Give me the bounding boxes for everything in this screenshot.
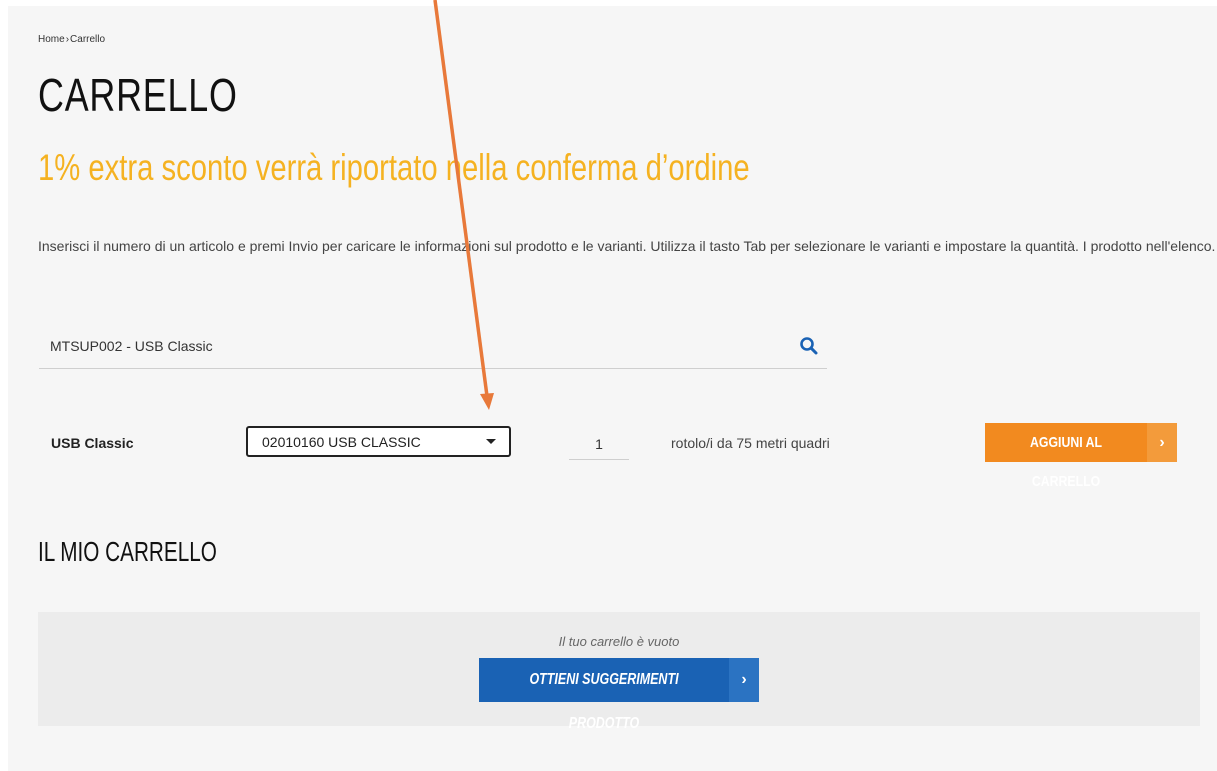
- instructions-text: Inserisci il numero di un articolo e pre…: [38, 238, 1216, 254]
- chevron-down-icon: [486, 439, 496, 444]
- unit-label: rotolo/i da 75 metri quadri: [671, 435, 830, 451]
- add-to-cart-label: AGGIUNI AL CARRELLO: [1030, 434, 1102, 490]
- get-suggestions-label: OTTIENI SUGGERIMENTI PRODOTTO: [529, 671, 679, 732]
- add-to-cart-button[interactable]: AGGIUNI AL CARRELLO ›: [985, 423, 1177, 490]
- empty-cart-message: Il tuo carrello è vuoto: [558, 634, 680, 649]
- cart-panel: Il tuo carrello è vuoto OTTIENI SUGGERIM…: [38, 612, 1200, 732]
- search-icon[interactable]: [799, 336, 819, 356]
- product-name: USB Classic: [51, 435, 134, 451]
- cart-title: IL MIO CARRELLO: [38, 536, 217, 567]
- variant-select-value: 02010160 USB CLASSIC: [262, 434, 421, 450]
- search-input[interactable]: [39, 324, 779, 368]
- breadcrumb: Home›Carrello: [38, 34, 105, 45]
- breadcrumb-current: Carrello: [70, 34, 106, 45]
- breadcrumb-separator: ›: [65, 34, 70, 45]
- page-title: CARRELLO: [38, 69, 238, 121]
- product-row: USB Classic 02010160 USB CLASSIC 1 rotol…: [8, 411, 1217, 490]
- promo-banner-text: 1% extra sconto verrà riportato nella co…: [38, 147, 750, 188]
- get-suggestions-button[interactable]: OTTIENI SUGGERIMENTI PRODOTTO ›: [479, 658, 759, 732]
- chevron-right-icon: ›: [729, 658, 759, 702]
- chevron-right-icon: ›: [1147, 423, 1177, 462]
- variant-select[interactable]: 02010160 USB CLASSIC: [246, 426, 511, 457]
- article-search: [39, 324, 827, 369]
- page-background: Home›Carrello CARRELLO 1% extra sconto v…: [8, 6, 1217, 771]
- breadcrumb-home-link[interactable]: Home: [38, 34, 65, 45]
- quantity-input[interactable]: 1: [569, 429, 629, 460]
